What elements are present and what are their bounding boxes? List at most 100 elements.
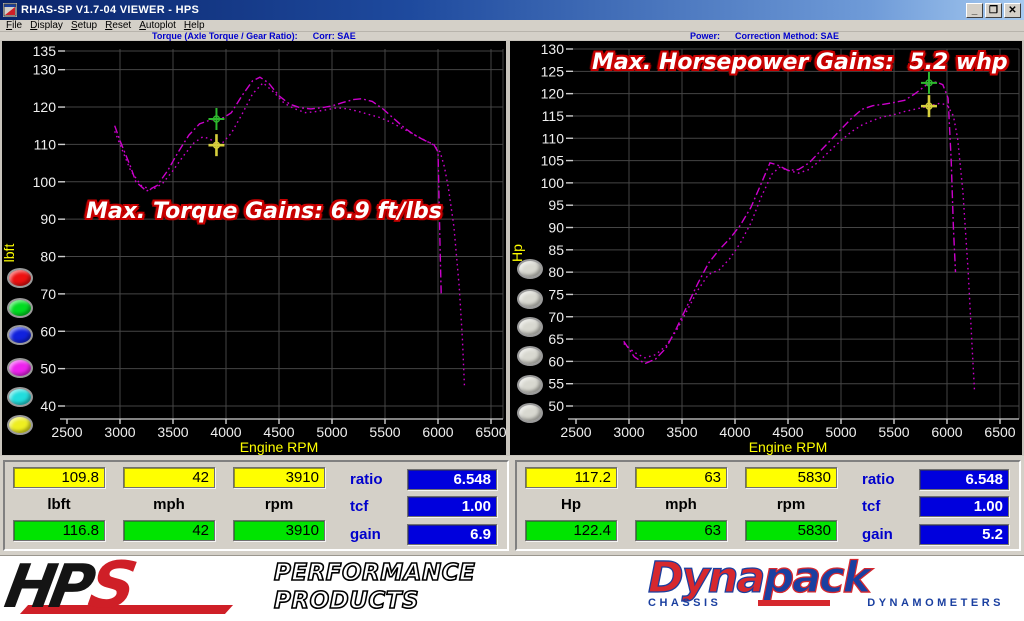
data-readout-area: 109.8423910lbftmphrpm116.8423910ratio6.5… [0, 456, 1024, 555]
run-select-button-left-1[interactable] [7, 268, 33, 288]
svg-text:55: 55 [548, 376, 564, 392]
svg-text:60: 60 [40, 323, 56, 339]
svg-text:80: 80 [40, 249, 56, 265]
svg-text:85: 85 [548, 242, 564, 258]
svg-text:2500: 2500 [560, 424, 591, 440]
yellow-cursor-marker[interactable] [208, 134, 224, 156]
run-select-button-left-2[interactable] [7, 298, 33, 318]
svg-text:5500: 5500 [369, 424, 400, 440]
cursor1-value-rpm: 5830 [745, 467, 837, 488]
cursor2-value-mph: 63 [635, 520, 727, 541]
cursor1-value-hp: 117.2 [525, 467, 617, 488]
svg-text:130: 130 [541, 41, 565, 57]
tcf-value: 1.00 [407, 496, 497, 517]
gain-value: 5.2 [919, 524, 1009, 545]
svg-text:120: 120 [33, 99, 57, 115]
svg-text:105: 105 [541, 153, 565, 169]
svg-text:70: 70 [548, 309, 564, 325]
svg-text:6500: 6500 [475, 424, 506, 440]
column-label-lbft: lbft [13, 496, 105, 513]
svg-text:95: 95 [548, 197, 564, 213]
tcf-label: tcf [350, 498, 368, 515]
menu-item-display[interactable]: Display [28, 20, 69, 31]
run-select-button-right-4[interactable] [517, 346, 543, 366]
window-title: RHAS-SP V1.7-04 VIEWER - HPS [21, 4, 964, 16]
green-cursor-marker[interactable] [208, 108, 224, 130]
run-select-button-left-5[interactable] [7, 387, 33, 407]
horsepower-gains-annotation: Max. Horsepower Gains: 5.2 whp [592, 50, 1008, 75]
menu-item-reset[interactable]: Reset [103, 20, 137, 31]
run-select-button-right-1[interactable] [517, 259, 543, 279]
svg-text:6000: 6000 [931, 424, 962, 440]
menu-item-file[interactable]: File [4, 20, 28, 31]
svg-text:50: 50 [40, 361, 56, 377]
svg-text:120: 120 [541, 86, 565, 102]
svg-text:90: 90 [548, 220, 564, 236]
svg-text:3500: 3500 [666, 424, 697, 440]
ratio-value: 6.548 [407, 469, 497, 490]
baseline-run-curve [624, 103, 975, 392]
cursor2-value-rpm: 5830 [745, 520, 837, 541]
app-icon [3, 3, 17, 17]
cursor2-value-mph: 42 [123, 520, 215, 541]
run-select-button-left-6[interactable] [7, 415, 33, 435]
ratio-label: ratio [862, 471, 895, 488]
svg-text:100: 100 [541, 175, 565, 191]
hps-logo: HPS [6, 557, 136, 619]
cursor2-value-rpm: 3910 [233, 520, 325, 541]
torque-chart-svg: 1351301201101009080706050402500300035004… [2, 41, 506, 455]
restore-button[interactable]: ❐ [985, 3, 1002, 18]
run-select-button-right-2[interactable] [517, 289, 543, 309]
run-select-button-right-6[interactable] [517, 403, 543, 423]
minimize-button[interactable]: _ [966, 3, 983, 18]
svg-text:110: 110 [542, 130, 565, 146]
svg-text:6500: 6500 [984, 424, 1015, 440]
run-select-button-left-3[interactable] [7, 325, 33, 345]
torque-gains-annotation: Max. Torque Gains: 6.9 ft/lbs [86, 199, 442, 224]
svg-text:3000: 3000 [104, 424, 135, 440]
gain-label: gain [862, 526, 893, 543]
ratio-value: 6.548 [919, 469, 1009, 490]
svg-text:130: 130 [33, 62, 57, 78]
dynapack-word-blue: pack [763, 553, 869, 603]
gain-label: gain [350, 526, 381, 543]
tcf-value: 1.00 [919, 496, 1009, 517]
column-label-hp: Hp [525, 496, 617, 513]
svg-text:3500: 3500 [157, 424, 188, 440]
hps-logo-hp: HP [1, 558, 93, 616]
column-label-rpm: rpm [745, 496, 837, 513]
svg-text:3000: 3000 [613, 424, 644, 440]
power-chart-panel: 1301251201151101051009590858075706560555… [510, 41, 1022, 455]
svg-text:5000: 5000 [825, 424, 856, 440]
green-cursor-marker[interactable] [921, 72, 937, 94]
svg-text:5000: 5000 [316, 424, 347, 440]
svg-text:65: 65 [548, 331, 564, 347]
run-select-button-left-4[interactable] [7, 358, 33, 378]
svg-text:4500: 4500 [772, 424, 803, 440]
gain-value: 6.9 [407, 524, 497, 545]
svg-text:90: 90 [40, 211, 56, 227]
column-label-mph: mph [635, 496, 727, 513]
menu-item-setup[interactable]: Setup [69, 20, 103, 31]
torque-header-label: Torque (Axle Torque / Gear Ratio): Corr:… [152, 31, 356, 41]
cursor1-value-rpm: 3910 [233, 467, 325, 488]
cursor2-value-lbft: 116.8 [13, 520, 105, 541]
svg-text:100: 100 [33, 174, 57, 190]
menu-item-autoplot[interactable]: Autoplot [137, 20, 182, 31]
run-select-button-right-3[interactable] [517, 317, 543, 337]
svg-text:125: 125 [541, 63, 565, 79]
run-select-button-right-5[interactable] [517, 375, 543, 395]
svg-text:50: 50 [548, 398, 564, 414]
power-chart-svg: 1301251201151101051009590858075706560555… [510, 41, 1022, 455]
menu-item-help[interactable]: Help [182, 20, 211, 31]
column-label-rpm: rpm [233, 496, 325, 513]
baseline-run-curve [115, 83, 465, 388]
chart-header-strip: Torque (Axle Torque / Gear Ratio): Corr:… [0, 31, 1024, 40]
yellow-cursor-marker[interactable] [921, 95, 937, 117]
y-axis-label: lbft [2, 244, 17, 263]
svg-text:5500: 5500 [878, 424, 909, 440]
hps-performance-products-text: PERFORMANCE PRODUCTS [274, 559, 475, 615]
modified-run-curve [624, 82, 956, 364]
svg-text:80: 80 [548, 264, 564, 280]
close-button[interactable]: ✕ [1004, 3, 1021, 18]
